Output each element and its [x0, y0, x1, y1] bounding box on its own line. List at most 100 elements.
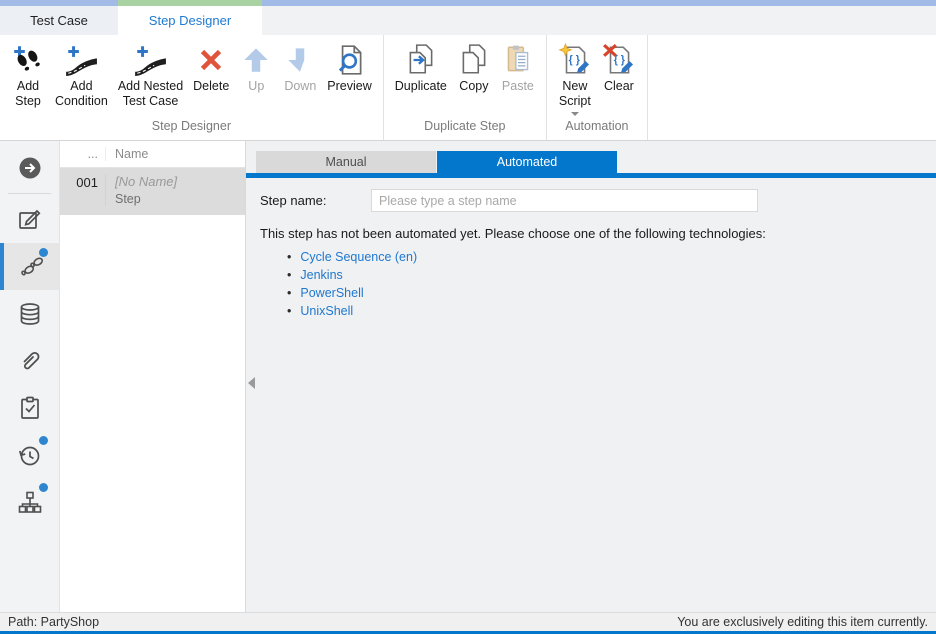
button-label: Up: [248, 79, 264, 94]
sidebar-item-hierarchy[interactable]: [0, 478, 59, 525]
history-icon: [17, 442, 43, 468]
new-script-icon: { }: [558, 43, 592, 77]
preview-button[interactable]: Preview: [322, 41, 376, 96]
button-label: Step: [15, 94, 41, 109]
ribbon-group-label: Step Designer: [0, 119, 383, 140]
preview-icon: [333, 43, 367, 77]
duplicate-icon: [404, 43, 438, 77]
add-nested-test-case-icon: [133, 43, 167, 77]
paperclip-icon: [17, 348, 43, 374]
paste-icon: [501, 43, 535, 77]
edit-icon: [17, 207, 43, 233]
button-label: Script: [559, 94, 591, 109]
copy-icon: [457, 43, 491, 77]
tab-automated[interactable]: Automated: [437, 151, 617, 173]
window-tab-bar: Test Case Step Designer: [0, 0, 936, 35]
editor-tab-strip: Manual Automated: [256, 151, 936, 173]
button-label: Test Case: [123, 94, 179, 109]
up-arrow-icon: [239, 43, 273, 77]
add-step-icon: [11, 43, 45, 77]
step-row-selected[interactable]: 001 [No Name] Step: [60, 168, 245, 215]
sidebar-item-attachments[interactable]: [0, 337, 59, 384]
new-script-dropdown-caret-icon[interactable]: [571, 112, 579, 116]
button-label: Paste: [502, 79, 534, 94]
ribbon-group-step-designer: Add Step Add Condition Add Nested: [0, 35, 384, 140]
link-unixshell[interactable]: UnixShell: [300, 304, 353, 318]
sidebar-item-history[interactable]: [0, 431, 59, 478]
technology-item: Cycle Sequence (en): [287, 250, 936, 264]
up-button: Up: [234, 41, 278, 96]
button-label: Duplicate: [395, 79, 447, 94]
ribbon-group-label: Automation: [547, 119, 647, 140]
add-step-button[interactable]: Add Step: [6, 41, 50, 111]
status-editing-notice: You are exclusively editing this item cu…: [677, 615, 928, 629]
tab-step-designer[interactable]: Step Designer: [118, 6, 262, 35]
copy-button[interactable]: Copy: [452, 41, 496, 96]
tab-manual[interactable]: Manual: [256, 151, 436, 173]
button-label: Down: [284, 79, 316, 94]
step-type: Step: [115, 192, 177, 206]
technology-item: PowerShell: [287, 286, 936, 300]
sidebar-item-navigate[interactable]: [0, 144, 59, 191]
automation-message: This step has not been automated yet. Pl…: [260, 226, 936, 241]
active-tab-accent-strip: [118, 0, 262, 6]
arrow-circle-right-icon: [17, 155, 43, 181]
down-button: Down: [278, 41, 322, 96]
add-condition-icon: [64, 43, 98, 77]
clear-script-button[interactable]: { } Clear: [597, 41, 641, 96]
ribbon-group-duplicate-step: Duplicate Copy Paste Duplicate Step: [384, 35, 547, 140]
step-editor-panel: Manual Automated Step name: This step ha…: [246, 141, 936, 612]
duplicate-button[interactable]: Duplicate: [390, 41, 452, 96]
step-name-input[interactable]: [371, 189, 758, 212]
sidebar-item-data[interactable]: [0, 290, 59, 337]
add-nested-test-case-button[interactable]: Add Nested Test Case: [113, 41, 188, 111]
clipboard-check-icon: [17, 395, 43, 421]
notification-badge: [39, 436, 48, 445]
delete-button[interactable]: Delete: [188, 41, 234, 96]
status-path: Path: PartyShop: [8, 615, 99, 629]
database-icon: [17, 301, 43, 327]
column-header-number: ...: [60, 147, 106, 161]
ribbon-group-label: Duplicate Step: [384, 119, 546, 140]
add-condition-button[interactable]: Add Condition: [50, 41, 113, 111]
sidebar-item-edit[interactable]: [0, 196, 59, 243]
sidebar-item-step-designer[interactable]: [0, 243, 59, 290]
button-label: Copy: [459, 79, 488, 94]
step-name-label: Step name:: [260, 193, 371, 208]
ribbon: Add Step Add Condition Add Nested: [0, 35, 936, 141]
down-arrow-icon: [283, 43, 317, 77]
button-label: Clear: [604, 79, 634, 94]
technology-item: UnixShell: [287, 304, 936, 318]
step-list: ... Name 001 [No Name] Step: [60, 141, 246, 612]
tab-test-case[interactable]: Test Case: [0, 6, 118, 35]
technology-item: Jenkins: [287, 268, 936, 282]
sidebar-divider: [8, 193, 51, 194]
button-label: Preview: [327, 79, 371, 94]
clear-script-icon: { }: [602, 43, 636, 77]
button-label: Add Nested: [118, 79, 183, 94]
technology-list: Cycle Sequence (en) Jenkins PowerShell U…: [287, 250, 936, 318]
link-powershell[interactable]: PowerShell: [300, 286, 363, 300]
link-cycle-sequence[interactable]: Cycle Sequence (en): [300, 250, 417, 264]
svg-text:{ }: { }: [569, 54, 580, 66]
ribbon-group-automation: { } New Script { } Clear Automation: [547, 35, 648, 140]
notification-badge: [39, 483, 48, 492]
collapse-splitter-icon[interactable]: [248, 377, 255, 389]
step-number: 001: [60, 174, 106, 206]
step-name: [No Name]: [115, 174, 177, 189]
active-tab-underline: [246, 173, 936, 178]
button-label: New: [562, 79, 587, 94]
hierarchy-icon: [17, 489, 43, 515]
button-label: Condition: [55, 94, 108, 109]
sidebar-item-checklist[interactable]: [0, 384, 59, 431]
button-label: Delete: [193, 79, 229, 94]
new-script-button[interactable]: { } New Script: [553, 41, 597, 118]
link-jenkins[interactable]: Jenkins: [300, 268, 342, 282]
delete-icon: [194, 43, 228, 77]
footprints-icon: [19, 254, 45, 280]
column-header-name: Name: [106, 147, 148, 161]
button-label: Add: [17, 79, 39, 94]
notification-badge: [39, 248, 48, 257]
paste-button: Paste: [496, 41, 540, 96]
status-bar: Path: PartyShop You are exclusively edit…: [0, 612, 936, 634]
